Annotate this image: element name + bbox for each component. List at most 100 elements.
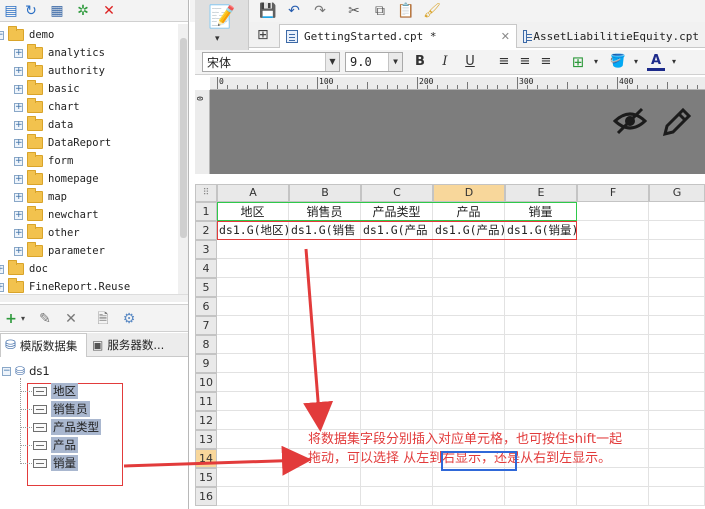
report-header-canvas[interactable] (210, 90, 705, 174)
border-icon[interactable]: ⊞ (569, 53, 587, 71)
cell[interactable] (361, 335, 433, 354)
cell[interactable] (433, 411, 505, 430)
cell[interactable] (649, 487, 705, 506)
cell[interactable] (649, 335, 705, 354)
dataset-field[interactable]: 产品类型 (33, 418, 101, 436)
expand-icon[interactable]: + (14, 192, 23, 202)
cell[interactable] (361, 373, 433, 392)
dataset-field[interactable]: 产品 (33, 436, 78, 454)
tree-item-chart[interactable]: + chart (14, 98, 80, 116)
designer-button[interactable]: 📝 ▾ (195, 0, 249, 50)
undo-icon[interactable]: ↶ (284, 1, 304, 21)
new-tab-icon[interactable]: ⊞ (257, 27, 269, 43)
chevron-down-icon[interactable]: ▼ (388, 53, 402, 71)
dataset-node-ds1[interactable]: − ⛁ ds1 (2, 362, 50, 380)
cell[interactable] (433, 316, 505, 335)
column-header[interactable]: C (361, 184, 433, 202)
cell[interactable] (649, 278, 705, 297)
cell[interactable] (649, 240, 705, 259)
cell[interactable] (577, 297, 649, 316)
cell[interactable] (505, 297, 577, 316)
expand-icon[interactable]: + (14, 210, 23, 220)
row-header[interactable]: 9 (195, 354, 217, 373)
column-header[interactable]: G (649, 184, 705, 202)
tree-item-homepage[interactable]: + homepage (14, 170, 99, 188)
dataset-field[interactable]: 地区 (33, 382, 78, 400)
cell[interactable] (217, 297, 289, 316)
cell[interactable] (433, 240, 505, 259)
tree-item-basic[interactable]: + basic (14, 80, 80, 98)
cell[interactable] (217, 316, 289, 335)
connection-icon[interactable]: ⚙ (120, 310, 138, 328)
cell[interactable] (577, 487, 649, 506)
remove-icon[interactable]: ✕ (62, 310, 80, 328)
delete-icon[interactable]: ✕ (100, 2, 118, 20)
cell[interactable] (649, 297, 705, 316)
cell[interactable] (649, 392, 705, 411)
cell[interactable] (577, 240, 649, 259)
cell[interactable] (361, 259, 433, 278)
row-header[interactable]: 6 (195, 297, 217, 316)
edit-pencil-icon[interactable] (661, 106, 691, 138)
cell[interactable] (289, 240, 361, 259)
tree-scrollbar[interactable] (178, 24, 188, 294)
copy-icon[interactable]: ▤ (2, 2, 20, 20)
row-header[interactable]: 8 (195, 335, 217, 354)
cell[interactable] (361, 316, 433, 335)
cell[interactable] (505, 278, 577, 297)
cell[interactable] (361, 487, 433, 506)
cell[interactable] (649, 468, 705, 487)
cut-icon[interactable]: ✂ (344, 1, 364, 21)
cell[interactable] (577, 373, 649, 392)
cell[interactable] (361, 240, 433, 259)
cell[interactable] (217, 259, 289, 278)
row-header[interactable]: 5 (195, 278, 217, 297)
tree-item-newchart[interactable]: + newchart (14, 206, 99, 224)
cell[interactable] (577, 392, 649, 411)
cell[interactable] (289, 297, 361, 316)
fill-color-icon[interactable]: 🪣 (609, 53, 627, 71)
copy-icon[interactable]: ⧉ (370, 1, 390, 21)
tab-server-dataset[interactable]: ▣ 服务器数... (88, 333, 188, 357)
cell[interactable] (361, 278, 433, 297)
row-header[interactable]: 14 (195, 449, 217, 468)
cell[interactable] (217, 430, 289, 449)
tab-gettingstarted[interactable]: GettingStarted.cpt * ✕ (279, 24, 517, 48)
expand-icon[interactable]: + (14, 120, 23, 130)
tree-item-form[interactable]: + form (14, 152, 73, 170)
tree-item-authority[interactable]: + authority (14, 62, 105, 80)
cell[interactable] (649, 221, 705, 240)
cell[interactable] (217, 449, 289, 468)
cell[interactable] (577, 354, 649, 373)
cell[interactable] (217, 411, 289, 430)
cell[interactable] (217, 335, 289, 354)
cell[interactable] (433, 335, 505, 354)
bold-button[interactable]: B (411, 53, 429, 71)
tree-item-datareport[interactable]: + DataReport (14, 134, 111, 152)
expand-icon[interactable]: + (14, 174, 23, 184)
collapse-icon[interactable]: − (0, 30, 4, 40)
cell[interactable] (577, 411, 649, 430)
row-header[interactable]: 15 (195, 468, 217, 487)
cell[interactable] (433, 354, 505, 373)
row-header[interactable]: 10 (195, 373, 217, 392)
cell[interactable] (289, 411, 361, 430)
chevron-down-icon[interactable]: ▼ (325, 53, 339, 71)
cell[interactable] (289, 259, 361, 278)
row-header[interactable]: 12 (195, 411, 217, 430)
cell[interactable] (505, 259, 577, 278)
cell[interactable] (433, 259, 505, 278)
column-header[interactable]: E (505, 184, 577, 202)
cell[interactable] (433, 278, 505, 297)
column-header[interactable]: A (217, 184, 289, 202)
settings-icon[interactable]: ✲ (74, 2, 92, 20)
cell[interactable] (361, 297, 433, 316)
cell[interactable] (217, 373, 289, 392)
cell[interactable] (217, 240, 289, 259)
column-header[interactable]: B (289, 184, 361, 202)
cell[interactable] (505, 373, 577, 392)
font-color-icon[interactable]: A (647, 53, 665, 71)
align-left-icon[interactable]: ≡ (495, 53, 513, 71)
tree-item-doc[interactable]: + doc (0, 260, 48, 278)
row-header[interactable]: 11 (195, 392, 217, 411)
